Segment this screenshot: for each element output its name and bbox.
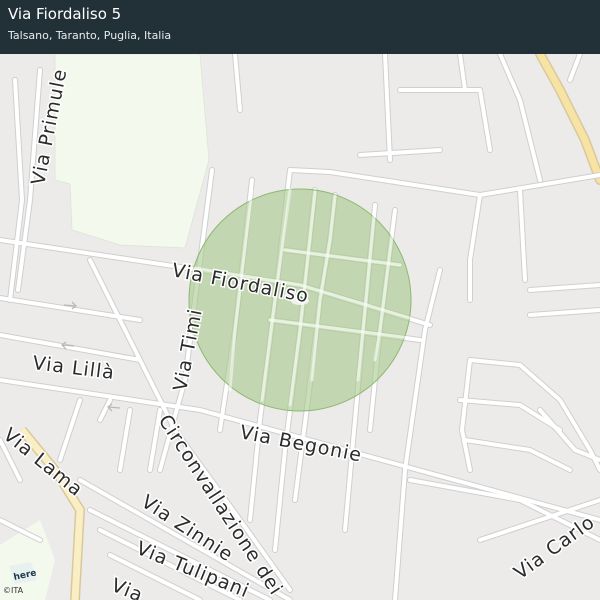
- location-subtitle: Talsano, Taranto, Puglia, Italia: [8, 29, 172, 42]
- location-title: Via Fiordaliso 5: [8, 5, 122, 23]
- map-copyright: ©ITA: [3, 586, 24, 595]
- map-view[interactable]: Via Fiordaliso Via Primule Via Timi Via …: [0, 0, 600, 600]
- location-header: Via Fiordaliso 5 Talsano, Taranto, Pugli…: [0, 0, 600, 54]
- park-area: [54, 53, 210, 249]
- map-canvas[interactable]: Via Fiordaliso Via Primule Via Timi Via …: [0, 0, 600, 600]
- here-logo-icon: here: [9, 562, 37, 584]
